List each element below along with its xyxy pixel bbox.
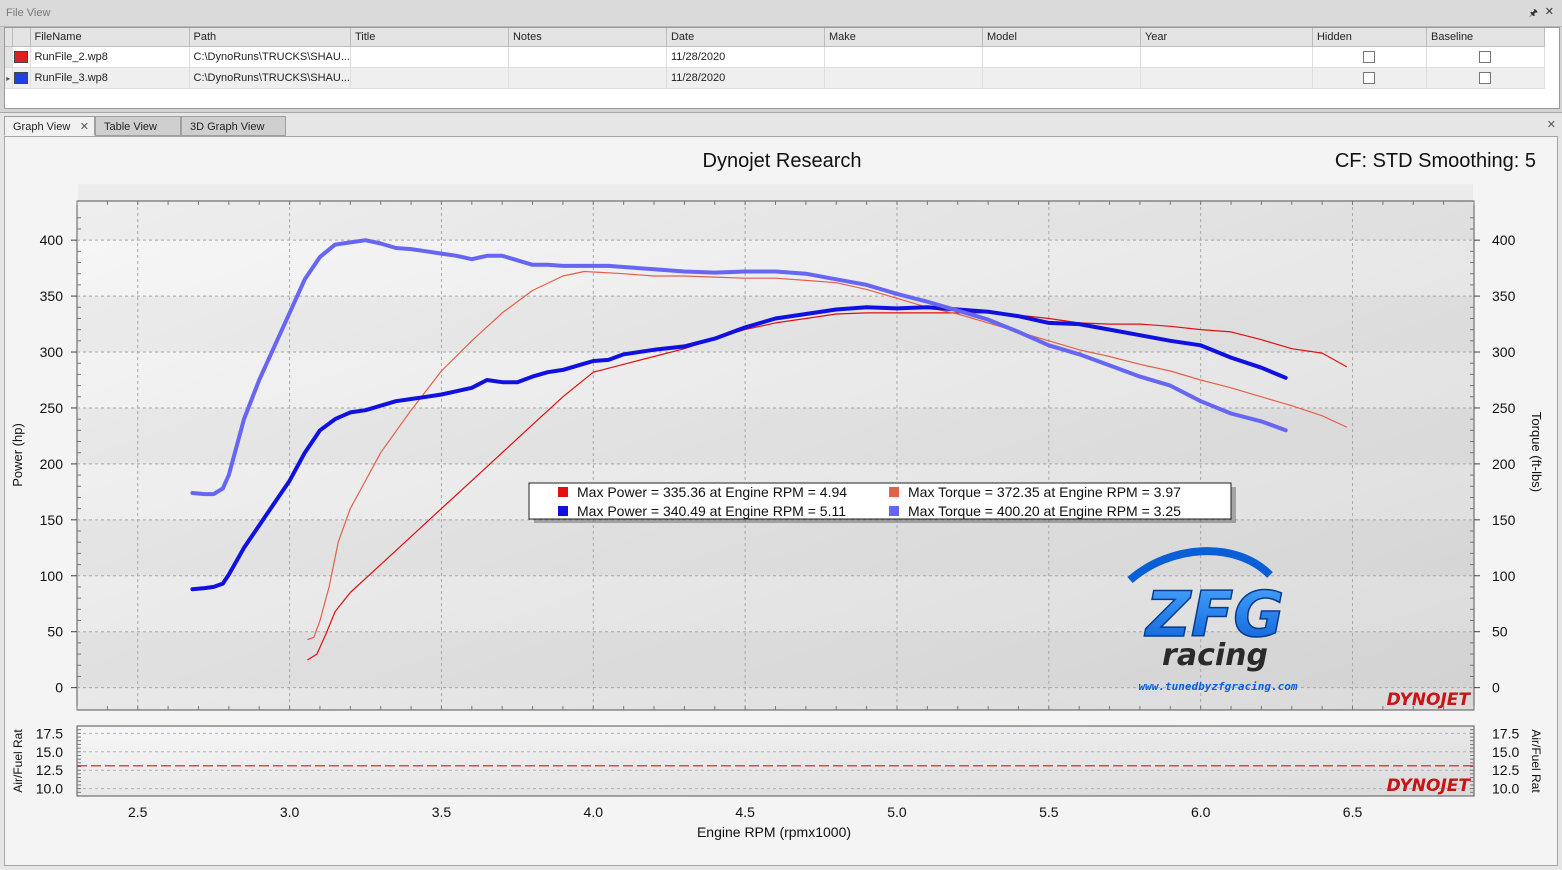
y-tick-label-right: 200	[1492, 456, 1516, 472]
y-tick-label-left: 200	[40, 456, 64, 472]
chart-title: Dynojet Research	[703, 150, 862, 172]
y-tick-label-left: 250	[40, 400, 64, 416]
y-axis-label-left: Power (hp)	[10, 423, 25, 487]
afr-axis-label-left: Air/Fuel Rat	[11, 729, 25, 793]
plot-band	[78, 184, 1473, 240]
y-tick-label-right: 300	[1492, 344, 1516, 360]
y-tick-label-right: 150	[1492, 512, 1516, 528]
y-tick-label-left: 150	[40, 512, 64, 528]
y-tick-label-right: 0	[1492, 680, 1500, 696]
afr-tick-label-right: 17.5	[1492, 725, 1519, 741]
y-tick-label-left: 350	[40, 288, 64, 304]
afr-tick-label-right: 15.0	[1492, 744, 1519, 760]
legend-swatch	[558, 506, 568, 516]
y-tick-label-left: 100	[40, 568, 64, 584]
y-tick-label-left: 50	[47, 624, 63, 640]
x-tick-label: 5.5	[1039, 804, 1059, 820]
legend-swatch	[558, 487, 568, 497]
y-tick-label-left: 0	[55, 680, 63, 696]
afr-tick-label-right: 12.5	[1492, 762, 1519, 778]
x-tick-label: 4.5	[735, 804, 755, 820]
x-axis-ticks: 2.5 3.0 3.5 4.0 4.5 5.0 5.5 6.0 6.5	[128, 804, 1362, 820]
afr-tick-label-left: 15.0	[36, 744, 63, 760]
x-tick-label: 2.5	[128, 804, 148, 820]
x-tick-label: 5.0	[887, 804, 907, 820]
legend-entry: Max Torque = 372.35 at Engine RPM = 3.97	[908, 484, 1181, 500]
logo-sub-text: racing	[1162, 638, 1268, 673]
y-tick-label-right: 100	[1492, 568, 1516, 584]
y-tick-label-right: 50	[1492, 624, 1508, 640]
y-tick-label-left: 400	[40, 232, 64, 248]
y-tick-label-right: 400	[1492, 232, 1516, 248]
y-axis-label-right: Torque (ft-lbs)	[1529, 412, 1544, 492]
legend-swatch	[889, 487, 899, 497]
legend-entry: Max Power = 340.49 at Engine RPM = 5.11	[577, 503, 846, 519]
x-tick-label: 6.5	[1343, 804, 1363, 820]
dynojet-watermark-afr: DYNOJET	[1387, 776, 1472, 796]
y-tick-label-right: 350	[1492, 288, 1516, 304]
legend-entry: Max Power = 335.36 at Engine RPM = 4.94	[577, 484, 847, 500]
x-axis-label: Engine RPM (rpmx1000)	[697, 824, 851, 840]
afr-tick-label-right: 10.0	[1492, 781, 1519, 797]
x-tick-label: 3.0	[280, 804, 300, 820]
dynojet-watermark: DYNOJET	[1387, 690, 1472, 710]
logo-url-text: www.tunedbyzfgracing.com	[1139, 680, 1298, 693]
x-tick-label: 6.0	[1191, 804, 1211, 820]
afr-tick-label-left: 17.5	[36, 725, 63, 741]
afr-tick-label-left: 12.5	[36, 762, 63, 778]
legend: Max Power = 335.36 at Engine RPM = 4.94 M…	[528, 482, 1236, 523]
afr-plot-area	[76, 725, 1475, 797]
afr-axis-label-right: Air/Fuel Rat	[1529, 729, 1543, 793]
y-tick-label-left: 300	[40, 344, 64, 360]
chart-settings-label: CF: STD Smoothing: 5	[1335, 150, 1536, 172]
x-tick-label: 4.0	[584, 804, 604, 820]
dyno-chart: Dynojet Research CF: STD Smoothing: 5 0 5…	[10, 150, 1544, 840]
plot-band	[78, 296, 1473, 352]
left-axis-ticks: 0 50 100 150 200 250 300 350 400	[40, 217, 81, 696]
legend-swatch	[889, 506, 899, 516]
afr-tick-label-left: 10.0	[36, 781, 63, 797]
right-axis-ticks: 0 50 100 150 200 250 300 350 400	[1470, 217, 1516, 696]
y-tick-label-right: 250	[1492, 400, 1516, 416]
legend-entry: Max Torque = 400.20 at Engine RPM = 3.25	[908, 503, 1181, 519]
x-tick-label: 3.5	[432, 804, 452, 820]
plot-band	[78, 408, 1473, 464]
